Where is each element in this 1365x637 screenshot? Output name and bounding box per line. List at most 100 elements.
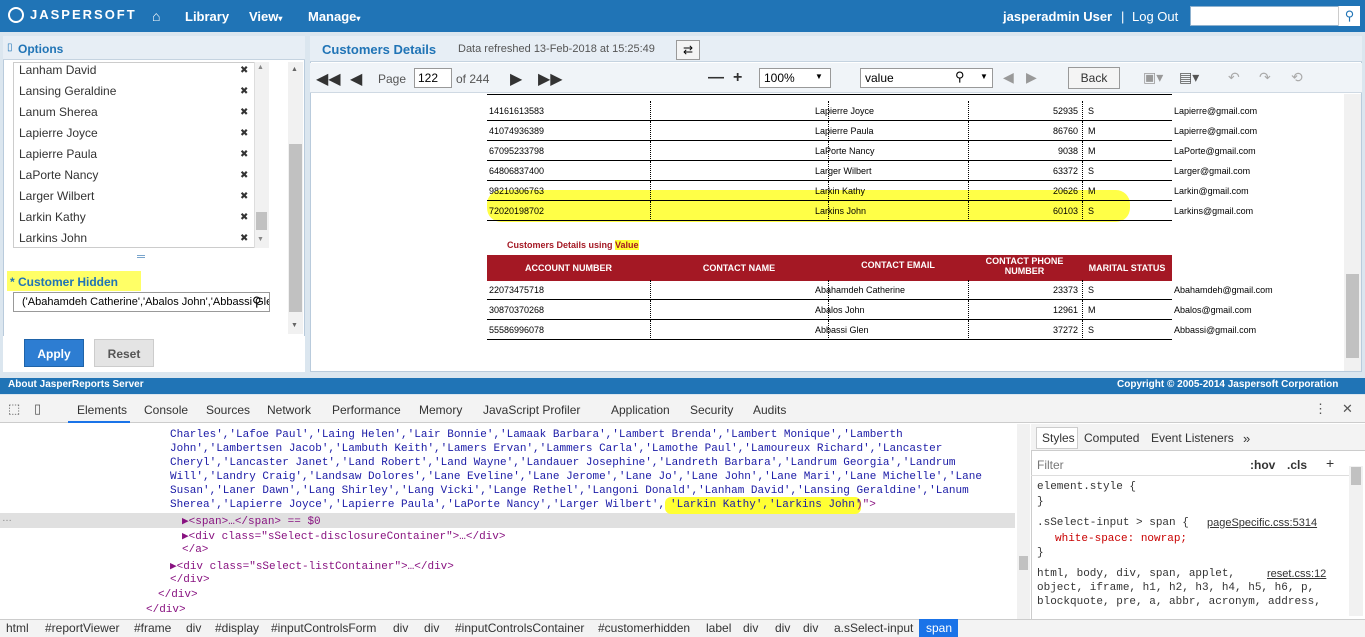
dom-attribute-value[interactable]: Cheryl','Lancaster Janet','Land Robert',… bbox=[170, 457, 956, 469]
inspect-icon[interactable]: ⬚ bbox=[8, 401, 20, 417]
dom-attribute-highlight[interactable]: 'Larkin Kathy','Larkins John' bbox=[670, 499, 861, 511]
breadcrumb-item[interactable]: #customerhidden bbox=[598, 621, 690, 635]
resize-handle[interactable] bbox=[137, 255, 145, 258]
page-number-input[interactable]: 122 bbox=[414, 68, 452, 88]
tab-network[interactable]: Network bbox=[267, 403, 311, 417]
scroll-down-icon[interactable]: ▼ bbox=[257, 236, 264, 243]
report-scroll-thumb[interactable] bbox=[1346, 274, 1359, 358]
view-menu[interactable]: View▾ bbox=[249, 9, 282, 24]
breadcrumb-item[interactable]: div bbox=[393, 621, 408, 635]
dom-attribute-value[interactable]: Susan','Laner Dawn','Lang Shirley','Lang… bbox=[170, 485, 969, 497]
breadcrumb-item[interactable]: label bbox=[706, 621, 731, 635]
breadcrumb-item[interactable]: div bbox=[743, 621, 758, 635]
breadcrumb-item[interactable]: #inputControlsContainer bbox=[455, 621, 584, 635]
close-icon[interactable]: ✕ bbox=[1342, 401, 1353, 417]
remove-icon[interactable]: ✖ bbox=[240, 233, 248, 244]
remove-icon[interactable]: ✖ bbox=[240, 107, 248, 118]
breadcrumb-item[interactable]: div bbox=[424, 621, 439, 635]
list-item[interactable]: Larger Wilbert bbox=[19, 189, 94, 203]
breadcrumb-item[interactable]: a.sSelect-input bbox=[834, 621, 913, 635]
tab-audits[interactable]: Audits bbox=[753, 403, 786, 417]
dom-attribute-value[interactable]: John','Lambertsen Jacob','Lambuth Keith'… bbox=[170, 443, 942, 455]
tab-application[interactable]: Application bbox=[611, 403, 670, 417]
search-next-icon[interactable]: ▶ bbox=[1026, 69, 1037, 86]
tab-javascript-profiler[interactable]: JavaScript Profiler bbox=[483, 403, 580, 417]
list-scroll-thumb[interactable] bbox=[256, 212, 267, 230]
list-item[interactable]: LaPorte Nancy bbox=[19, 168, 98, 182]
remove-icon[interactable]: ✖ bbox=[240, 191, 248, 202]
remove-icon[interactable]: ✖ bbox=[240, 170, 248, 181]
global-search-input[interactable] bbox=[1190, 6, 1360, 26]
remove-icon[interactable]: ✖ bbox=[240, 128, 248, 139]
logout-link[interactable]: Log Out bbox=[1132, 9, 1178, 24]
remove-icon[interactable]: ✖ bbox=[240, 65, 248, 76]
remove-icon[interactable]: ✖ bbox=[240, 149, 248, 160]
refresh-icon[interactable]: ⇄ bbox=[676, 40, 700, 60]
list-item[interactable]: Larkins John bbox=[19, 231, 87, 245]
search-prev-icon[interactable]: ◀ bbox=[1003, 69, 1014, 86]
scroll-up-icon[interactable]: ▲ bbox=[291, 66, 298, 73]
cls-toggle[interactable]: .cls bbox=[1287, 458, 1307, 472]
undo-icon[interactable]: ↶ bbox=[1228, 69, 1240, 86]
tab-console[interactable]: Console bbox=[144, 403, 188, 417]
tab-computed[interactable]: Computed bbox=[1084, 431, 1139, 445]
reset-button[interactable]: Reset bbox=[94, 339, 154, 367]
home-icon[interactable]: ⌂ bbox=[152, 8, 160, 24]
breadcrumb-item[interactable]: html bbox=[6, 621, 29, 635]
manage-menu[interactable]: Manage▾ bbox=[308, 9, 360, 24]
user-name[interactable]: jasperadmin User bbox=[1003, 9, 1112, 24]
elements-scrollbar[interactable] bbox=[1017, 424, 1030, 619]
breadcrumb-item[interactable]: #frame bbox=[134, 621, 171, 635]
tab-elements[interactable]: Elements bbox=[77, 403, 127, 417]
hov-toggle[interactable]: :hov bbox=[1250, 458, 1275, 472]
breadcrumb-item[interactable]: #reportViewer bbox=[45, 621, 119, 635]
save-icon[interactable]: ▣▾ bbox=[1143, 69, 1163, 86]
list-item[interactable]: Lanham David bbox=[19, 63, 96, 77]
dom-div-close[interactable]: </div> bbox=[170, 574, 210, 586]
list-item[interactable]: Lansing Geraldine bbox=[19, 84, 116, 98]
css-source-link[interactable]: pageSpecific.css:5314 bbox=[1207, 517, 1317, 529]
about-link[interactable]: About JasperReports Server bbox=[8, 379, 144, 390]
undo-all-icon[interactable]: ⟲ bbox=[1291, 69, 1303, 86]
next-page-icon[interactable]: ▶ bbox=[510, 69, 522, 89]
redo-icon[interactable]: ↷ bbox=[1259, 69, 1271, 86]
chevron-down-icon[interactable]: ▼ bbox=[815, 72, 823, 81]
list-item[interactable]: Larkin Kathy bbox=[19, 210, 86, 224]
tab-sources[interactable]: Sources bbox=[206, 403, 250, 417]
export-icon[interactable]: ▤▾ bbox=[1179, 69, 1199, 86]
dom-div-close[interactable]: </div> bbox=[158, 589, 198, 601]
dom-disclosure-node[interactable]: ▶<div class="sSelect-disclosureContainer… bbox=[182, 529, 505, 543]
chevron-down-icon[interactable]: ▼ bbox=[980, 72, 988, 81]
dom-attribute-value[interactable]: Will','Landry Craig','Landsaw Dolores','… bbox=[170, 471, 982, 483]
styles-filter-input[interactable]: Filter bbox=[1037, 458, 1064, 472]
search-icon[interactable]: ⚲ bbox=[252, 294, 262, 310]
remove-icon[interactable]: ✖ bbox=[240, 86, 248, 97]
last-page-icon[interactable]: ▶▶ bbox=[538, 69, 563, 89]
breadcrumb-item[interactable]: span bbox=[926, 621, 952, 635]
panel-scroll-thumb[interactable] bbox=[289, 144, 302, 312]
dom-attribute-value[interactable]: Charles','Lafoe Paul','Laing Helen','Lai… bbox=[170, 429, 903, 441]
tab-styles[interactable]: Styles bbox=[1042, 431, 1075, 445]
device-toolbar-icon[interactable]: ▯ bbox=[34, 401, 41, 417]
breadcrumb-item[interactable]: div bbox=[186, 621, 201, 635]
tab-security[interactable]: Security bbox=[690, 403, 733, 417]
css-source-link[interactable]: reset.css:12 bbox=[1267, 568, 1326, 580]
list-item[interactable]: Lanum Sherea bbox=[19, 105, 98, 119]
scroll-down-icon[interactable]: ▼ bbox=[291, 322, 298, 329]
styles-scroll-thumb[interactable] bbox=[1351, 467, 1361, 485]
more-options-icon[interactable]: ⋮ bbox=[1314, 401, 1327, 417]
library-menu[interactable]: Library bbox=[185, 9, 229, 24]
remove-icon[interactable]: ✖ bbox=[240, 212, 248, 223]
breadcrumb-item[interactable]: #inputControlsForm bbox=[271, 621, 376, 635]
breadcrumb-item[interactable]: div bbox=[803, 621, 818, 635]
tab-performance[interactable]: Performance bbox=[332, 403, 401, 417]
tab-memory[interactable]: Memory bbox=[419, 403, 462, 417]
dom-a-close[interactable]: </a> bbox=[182, 544, 208, 556]
report-search-input[interactable]: value bbox=[860, 68, 993, 88]
breadcrumb-item[interactable]: #display bbox=[215, 621, 259, 635]
list-item[interactable]: Lapierre Paula bbox=[19, 147, 97, 161]
first-page-icon[interactable]: ◀◀ bbox=[316, 69, 341, 89]
dom-listcontainer-node[interactable]: ▶<div class="sSelect-listContainer">…</d… bbox=[170, 559, 454, 573]
tab-event-listeners[interactable]: Event Listeners bbox=[1151, 431, 1234, 445]
node-ellipsis-icon[interactable]: … bbox=[2, 513, 12, 524]
